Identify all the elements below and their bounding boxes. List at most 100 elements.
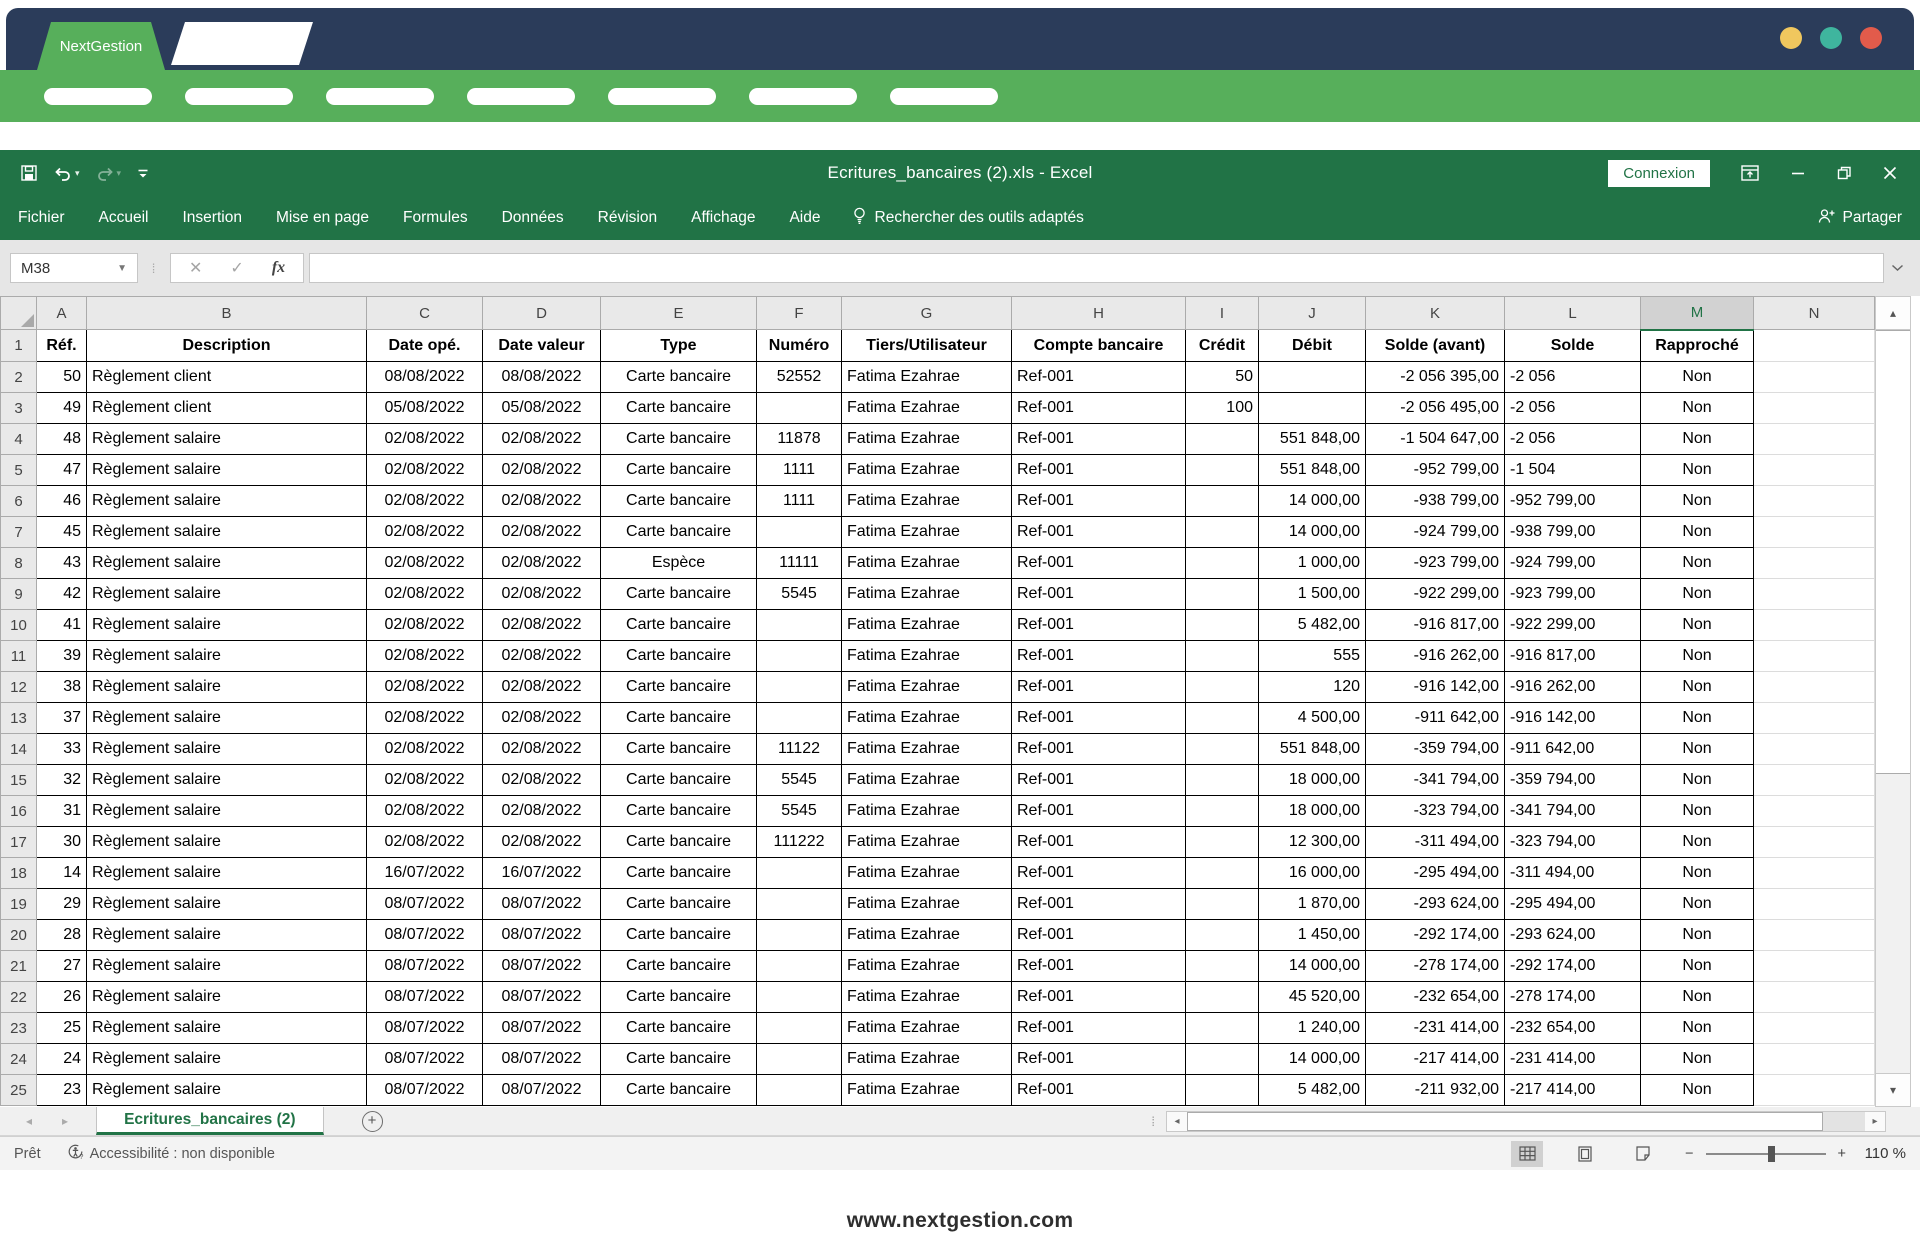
cell[interactable]: Non [1641,548,1754,579]
cell[interactable]: Non [1641,703,1754,734]
scroll-up-icon[interactable]: ▴ [1876,297,1910,330]
cell[interactable]: Carte bancaire [601,765,757,796]
cell[interactable]: -938 799,00 [1366,486,1505,517]
cell[interactable]: Règlement salaire [87,1013,367,1044]
cell[interactable]: 5545 [757,765,842,796]
cell[interactable]: 02/08/2022 [483,548,601,579]
cell[interactable]: Ref-001 [1012,1044,1186,1075]
column-title[interactable]: Date opé. [367,330,483,362]
cell[interactable]: -359 794,00 [1505,765,1641,796]
cell[interactable]: 11111 [757,548,842,579]
cell[interactable]: Ref-001 [1012,889,1186,920]
cell[interactable]: 28 [37,920,87,951]
cell[interactable]: Fatima Ezahrae [842,579,1012,610]
tab-revision[interactable]: Révision [581,196,674,240]
cell[interactable]: -217 414,00 [1366,1044,1505,1075]
cell[interactable]: 02/08/2022 [483,455,601,486]
cell[interactable]: 08/07/2022 [483,951,601,982]
column-header-l[interactable]: L [1505,297,1641,330]
cell[interactable]: 25 [37,1013,87,1044]
tab-insertion[interactable]: Insertion [165,196,258,240]
cell[interactable]: Fatima Ezahrae [842,827,1012,858]
cell[interactable]: Fatima Ezahrae [842,610,1012,641]
column-header-j[interactable]: J [1259,297,1366,330]
cell[interactable]: Non [1641,672,1754,703]
cell[interactable] [1186,920,1259,951]
minimize-button[interactable] [1790,165,1806,181]
row-header[interactable]: 12 [1,672,37,703]
cell[interactable]: Carte bancaire [601,827,757,858]
sheet-nav-right-icon[interactable]: ▸ [62,1114,68,1128]
cell[interactable] [1186,1075,1259,1106]
cell[interactable]: -923 799,00 [1505,579,1641,610]
row-header[interactable]: 25 [1,1075,37,1106]
cell[interactable]: 48 [37,424,87,455]
cell[interactable] [757,517,842,548]
cell[interactable]: 02/08/2022 [367,734,483,765]
cell[interactable]: Règlement salaire [87,734,367,765]
cell[interactable]: -341 794,00 [1505,796,1641,827]
row-header[interactable]: 9 [1,579,37,610]
column-title[interactable]: Date valeur [483,330,601,362]
cell[interactable]: Fatima Ezahrae [842,765,1012,796]
cell[interactable]: 02/08/2022 [367,548,483,579]
row-header[interactable]: 15 [1,765,37,796]
cell[interactable]: 100 [1186,393,1259,424]
cell[interactable]: 111222 [757,827,842,858]
cell[interactable] [757,951,842,982]
cell[interactable]: -232 654,00 [1505,1013,1641,1044]
cell[interactable]: Règlement salaire [87,827,367,858]
empty-cell[interactable] [1754,330,1875,362]
column-header-k[interactable]: K [1366,297,1505,330]
row-header[interactable]: 6 [1,486,37,517]
cell[interactable] [757,393,842,424]
cell[interactable]: Ref-001 [1012,517,1186,548]
cell[interactable]: -295 494,00 [1505,889,1641,920]
cell[interactable]: -952 799,00 [1505,486,1641,517]
cell[interactable]: -1 504 [1505,455,1641,486]
cell[interactable]: Carte bancaire [601,982,757,1013]
confirm-entry-icon[interactable]: ✓ [230,258,243,278]
cell[interactable]: Ref-001 [1012,734,1186,765]
column-title[interactable]: Numéro [757,330,842,362]
cell[interactable]: 47 [37,455,87,486]
cell[interactable]: 31 [37,796,87,827]
cell[interactable]: Fatima Ezahrae [842,393,1012,424]
cell[interactable] [757,920,842,951]
cell[interactable]: 551 848,00 [1259,455,1366,486]
empty-cell[interactable] [1754,765,1875,796]
cell[interactable]: 08/07/2022 [367,1075,483,1106]
empty-cell[interactable] [1754,486,1875,517]
cell[interactable]: -952 799,00 [1366,455,1505,486]
cell[interactable]: -923 799,00 [1366,548,1505,579]
column-header-n[interactable]: N [1754,297,1875,330]
cell[interactable]: Fatima Ezahrae [842,1044,1012,1075]
tab-fichier[interactable]: Fichier [18,196,82,240]
cell[interactable]: 18 000,00 [1259,765,1366,796]
formula-input[interactable] [309,253,1884,283]
cell[interactable]: Règlement salaire [87,982,367,1013]
empty-cell[interactable] [1754,548,1875,579]
sheet-nav-left-icon[interactable]: ◂ [26,1114,32,1128]
window-dot-red[interactable] [1860,27,1882,49]
cell[interactable]: Non [1641,641,1754,672]
cell[interactable]: 37 [37,703,87,734]
cell[interactable] [1186,1044,1259,1075]
cell[interactable]: Fatima Ezahrae [842,672,1012,703]
cell[interactable]: -293 624,00 [1366,889,1505,920]
cell[interactable]: 5 482,00 [1259,610,1366,641]
brand-tab[interactable]: NextGestion [37,22,165,70]
column-header-g[interactable]: G [842,297,1012,330]
cell[interactable]: -924 799,00 [1366,517,1505,548]
share-button[interactable]: Partager [1817,207,1902,229]
cell[interactable]: Ref-001 [1012,858,1186,889]
cell[interactable]: Ref-001 [1012,920,1186,951]
cell[interactable] [1186,982,1259,1013]
cell[interactable]: 08/07/2022 [367,889,483,920]
empty-cell[interactable] [1754,672,1875,703]
cell[interactable]: 02/08/2022 [367,517,483,548]
cell[interactable]: -292 174,00 [1505,951,1641,982]
cell[interactable]: 120 [1259,672,1366,703]
cell[interactable]: Fatima Ezahrae [842,889,1012,920]
cell[interactable]: -916 817,00 [1505,641,1641,672]
